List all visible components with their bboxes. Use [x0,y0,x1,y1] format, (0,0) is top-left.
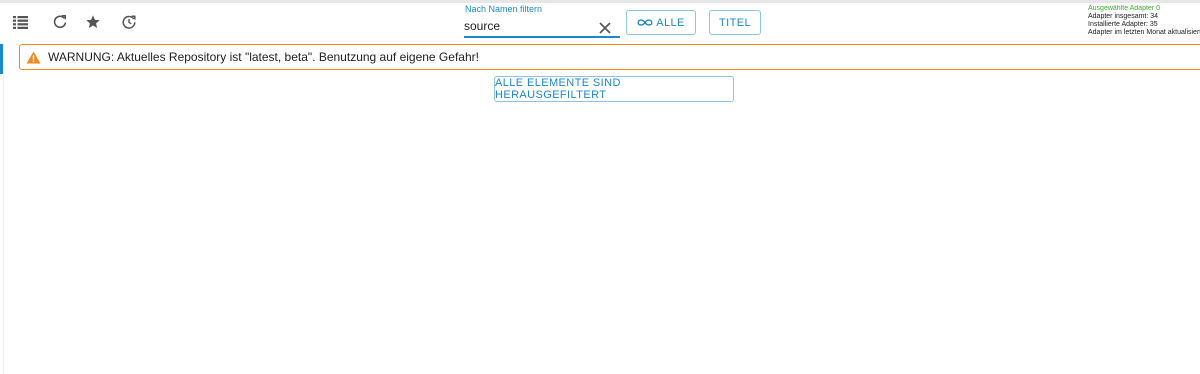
total-adapters: Adapter insgesamt: 34 [1088,13,1159,20]
show-all-button[interactable]: ALLE [626,10,696,35]
star-icon[interactable] [83,12,103,32]
selected-adapters: Ausgewählte Adapter 0 [1088,5,1160,12]
top-divider [0,0,1200,3]
update-icon[interactable] [119,12,139,32]
adapter-stats: Ausgewählte Adapter 0 Adapter insgesamt:… [1088,5,1200,37]
filter-input[interactable] [464,16,620,38]
infinity-icon [637,19,653,26]
filter-label: Nach Namen filtern [465,4,543,14]
installed-adapters: Installierte Adapter: 35 [1088,21,1158,28]
list-view-icon[interactable] [10,12,30,32]
warning-text: WARNUNG: Aktuelles Repository ist "lates… [48,50,479,64]
warning-icon [26,51,41,63]
adapters-page: Nach Namen filtern ALLE TITEL Ausgewählt… [0,0,1200,374]
close-icon[interactable] [598,21,614,37]
nav-divider [3,44,4,374]
title-button[interactable]: TITEL [709,10,761,35]
all-filtered-button[interactable]: ALLE ELEMENTE SIND HERAUSGEFILTERT [494,76,734,102]
repository-warning: WARNUNG: Aktuelles Repository ist "lates… [19,44,1200,70]
refresh-icon[interactable] [50,12,70,32]
show-all-label: ALLE [656,16,685,29]
updated-last-month: Adapter im letzten Monat aktualisiert [1088,29,1200,36]
